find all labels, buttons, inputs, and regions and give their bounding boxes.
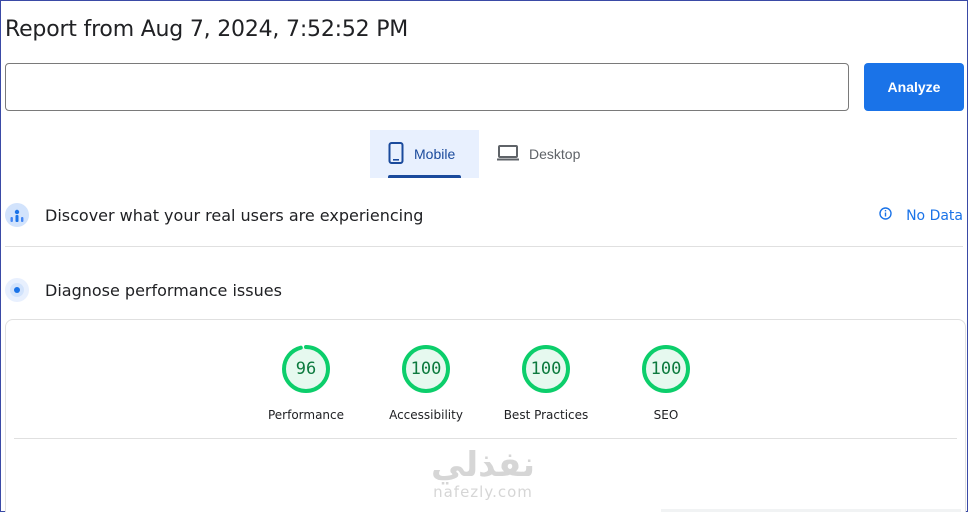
score-value: 96	[295, 359, 317, 379]
score-value: 100	[530, 359, 562, 379]
analyze-button[interactable]: Analyze	[864, 63, 964, 111]
laptop-icon	[497, 144, 519, 164]
score-label: Accessibility	[389, 408, 463, 422]
no-data-label: No Data	[906, 207, 963, 224]
tab-mobile-label: Mobile	[414, 146, 456, 162]
diagnose-section: Diagnose performance issues	[5, 278, 963, 302]
watermark-logo: نفذلي nafezly.com	[421, 447, 545, 501]
diagnose-section-label: Diagnose performance issues	[45, 280, 282, 300]
score-gauge-seo[interactable]: 100 SEO	[606, 344, 726, 422]
no-data-status: No Data	[879, 207, 963, 224]
discover-section: Discover what your real users are experi…	[5, 203, 963, 227]
card-divider	[14, 438, 957, 439]
score-label: Best Practices	[503, 408, 589, 422]
score-gauge-performance[interactable]: 96 Performance	[246, 344, 366, 422]
info-icon	[879, 207, 892, 224]
score-value: 100	[650, 359, 682, 379]
score-label: SEO	[653, 408, 679, 422]
phone-icon	[388, 141, 404, 167]
watermark-latin: nafezly.com	[433, 483, 533, 501]
discover-section-label: Discover what your real users are experi…	[45, 205, 424, 225]
score-label: Performance	[267, 408, 345, 422]
score-gauge-accessibility[interactable]: 100 Accessibility	[366, 344, 486, 422]
tab-selected-indicator	[388, 175, 461, 178]
tab-desktop-label: Desktop	[529, 146, 581, 162]
score-gauge-best-practices[interactable]: 100 Best Practices	[486, 344, 606, 422]
tab-mobile[interactable]: Mobile	[370, 130, 479, 178]
tab-desktop[interactable]: Desktop	[479, 130, 599, 178]
lighthouse-icon	[5, 278, 29, 302]
section-divider	[5, 246, 963, 247]
report-title: Report from Aug 7, 2024, 7:52:52 PM	[5, 17, 409, 42]
url-input[interactable]	[5, 63, 849, 111]
watermark-arabic: نفذلي	[430, 445, 536, 485]
crux-users-icon	[5, 203, 29, 227]
score-value: 100	[410, 359, 442, 379]
